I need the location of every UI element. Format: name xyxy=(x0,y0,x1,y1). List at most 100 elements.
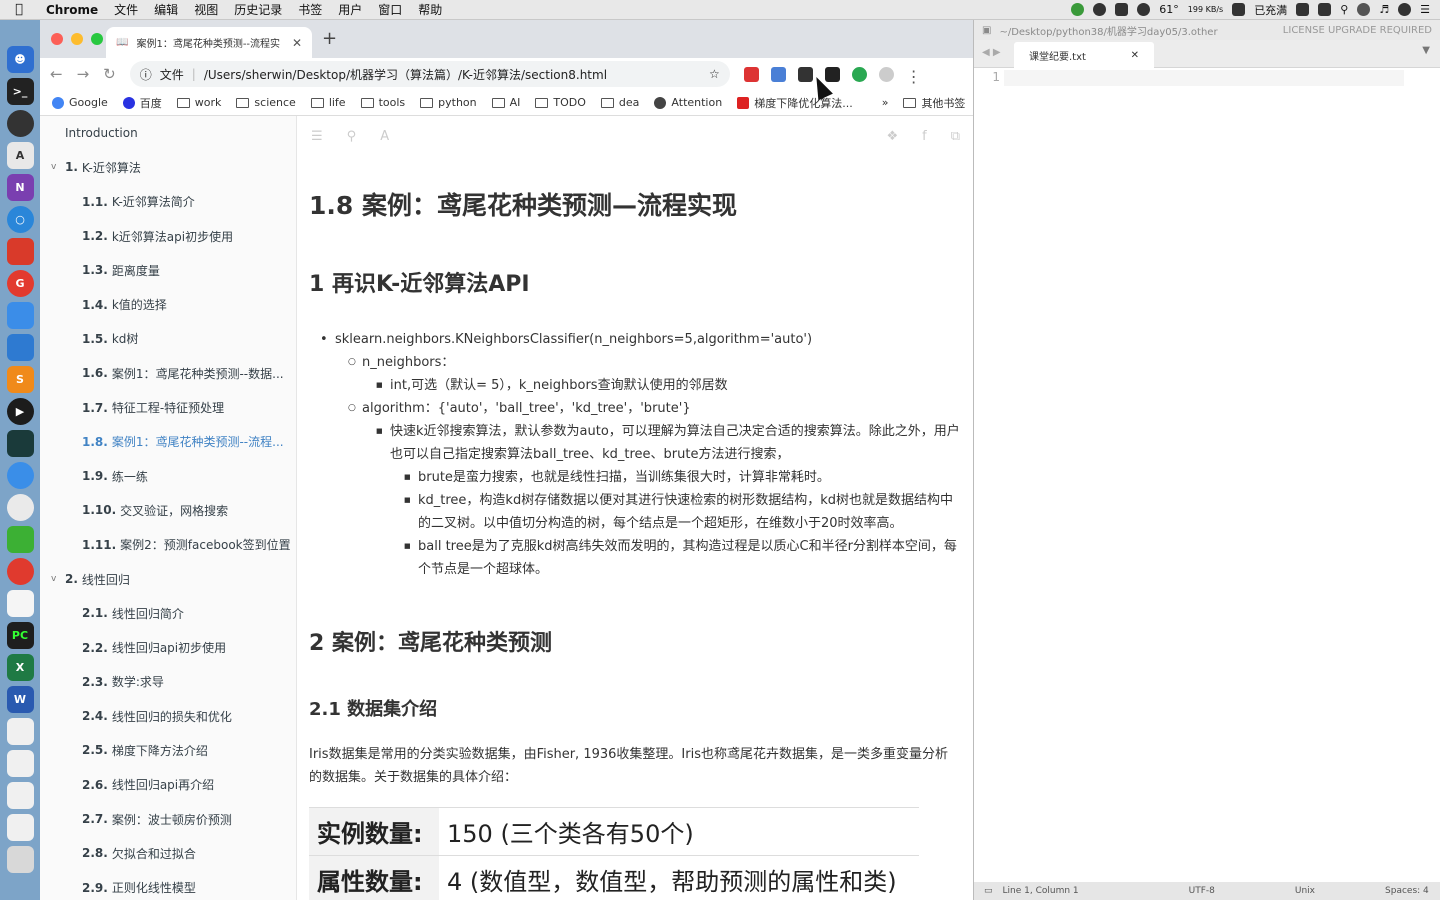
more-menu-icon[interactable]: ⋮ xyxy=(906,67,922,86)
minimize-window-button[interactable] xyxy=(71,33,83,45)
weibo-icon[interactable] xyxy=(6,558,34,585)
bookmark-google[interactable]: Google xyxy=(52,96,108,109)
wechat-dock-icon[interactable] xyxy=(6,526,34,553)
tab-dropdown-icon[interactable]: ▼ xyxy=(1422,45,1430,56)
pycharm-icon[interactable]: PC xyxy=(6,622,34,649)
grid-icon[interactable] xyxy=(1318,3,1332,16)
zoom-window-button[interactable] xyxy=(91,33,103,45)
obs-icon[interactable] xyxy=(1093,3,1107,16)
word-icon[interactable]: W xyxy=(6,686,34,713)
translate-ext-icon[interactable] xyxy=(743,66,759,82)
car-icon[interactable] xyxy=(6,238,34,265)
sidebar-item[interactable]: 1.6. 案例1：鸢尾花种类预测--数据... xyxy=(40,356,296,390)
sublime-editor[interactable]: 1 xyxy=(974,68,1440,882)
chrome-icon[interactable] xyxy=(6,494,34,521)
indentation[interactable]: Spaces: 4 xyxy=(1385,886,1429,896)
window-icon[interactable] xyxy=(6,782,34,809)
sidebar-item[interactable]: 1.10. 交叉验证，网格搜索 xyxy=(40,493,296,527)
apple-icon[interactable]:  xyxy=(0,2,38,17)
menu-window[interactable]: 窗口 xyxy=(370,1,410,18)
reload-icon[interactable]: ↻ xyxy=(103,65,116,83)
wechat-icon[interactable] xyxy=(1296,3,1310,16)
menu-history[interactable]: 历史记录 xyxy=(226,1,290,18)
screens-icon[interactable] xyxy=(6,334,34,361)
list-icon[interactable]: ☰ xyxy=(1420,3,1430,16)
sidebar-item[interactable]: 1.3. 距离度量 xyxy=(40,253,296,287)
encoding[interactable]: UTF-8 xyxy=(1189,886,1215,896)
sublime-tab[interactable]: 课堂纪要.txt ✕ xyxy=(1014,42,1154,68)
sidebar-item[interactable]: 1.9. 练一练 xyxy=(40,459,296,493)
sidebar-item[interactable]: 2.6. 线性回归api再介绍 xyxy=(40,768,296,802)
info-icon[interactable]: ⓘ xyxy=(140,66,152,83)
close-tab-icon[interactable]: ✕ xyxy=(1131,50,1139,61)
bookmark-science[interactable]: science xyxy=(236,96,296,109)
sidebar-item[interactable]: 2.8. 欠拟合和过拟合 xyxy=(40,836,296,870)
bookmark-python[interactable]: python xyxy=(420,96,477,109)
update-icon[interactable] xyxy=(1071,3,1085,16)
timer-icon[interactable] xyxy=(1137,3,1151,16)
screenshot-icon[interactable] xyxy=(6,750,34,777)
search-icon[interactable]: ⚲ xyxy=(1340,3,1348,16)
siri-icon[interactable] xyxy=(1357,3,1371,16)
omnibox[interactable]: ⓘ 文件 | /Users/sherwin/Desktop/机器学习（算法篇）/… xyxy=(129,61,730,87)
toggle-sidebar-icon[interactable]: ☰ xyxy=(311,129,323,144)
sidebar-item[interactable]: 1.4. k值的选择 xyxy=(40,287,296,321)
sidebar-item[interactable]: 2.2. 线性回归api初步使用 xyxy=(40,630,296,664)
search-icon[interactable]: ⚲ xyxy=(347,129,357,144)
new-tab-button[interactable]: + xyxy=(322,28,337,49)
line-endings[interactable]: Unix xyxy=(1295,886,1315,896)
bookmark-baidu[interactable]: 百度 xyxy=(122,95,162,111)
preview-icon[interactable] xyxy=(6,718,34,745)
onenote-icon[interactable]: N xyxy=(6,174,34,201)
facebook-icon[interactable]: f xyxy=(922,129,927,144)
g-app-icon[interactable]: G xyxy=(6,270,34,297)
chevron-down-icon[interactable]: v xyxy=(51,574,65,584)
sidebar-item[interactable]: 1.11. 案例2：预测facebook签到位置 xyxy=(40,528,296,562)
sidebar-item[interactable]: 1.5. kd树 xyxy=(40,322,296,356)
menu-bookmarks[interactable]: 书签 xyxy=(290,1,330,18)
bookmark-todo[interactable]: TODO xyxy=(535,96,586,109)
bookmarks-more[interactable]: » xyxy=(882,96,889,109)
bookmark-gradient[interactable]: 梯度下降优化算法... xyxy=(737,95,853,111)
menu-help[interactable]: 帮助 xyxy=(410,1,450,18)
sidebar-item[interactable]: 1.7. 特征工程-特征预处理 xyxy=(40,390,296,424)
sidebar-item[interactable]: 2.3. 数学:求导 xyxy=(40,665,296,699)
app-menu[interactable]: Chrome xyxy=(38,3,106,17)
feather-icon[interactable] xyxy=(6,302,34,329)
twitter-icon[interactable]: ❖ xyxy=(886,129,898,144)
grammarly-ext-icon[interactable] xyxy=(851,66,867,82)
bookmark-work[interactable]: work xyxy=(176,96,221,109)
cloud-icon[interactable] xyxy=(1115,3,1129,16)
sidebar-item[interactable]: 2.7. 案例：波士顿房价预测 xyxy=(40,802,296,836)
bookmark-attention[interactable]: Attention xyxy=(654,96,722,109)
chevron-down-icon[interactable]: v xyxy=(51,162,65,172)
excel-icon[interactable]: X xyxy=(6,654,34,681)
close-window-button[interactable] xyxy=(51,33,63,45)
sidebar-item[interactable]: Introduction xyxy=(40,116,296,150)
sidebar-item[interactable]: 1.2. k近邻算法api初步使用 xyxy=(40,219,296,253)
obs-dock-icon[interactable] xyxy=(6,110,34,137)
tab-nav-arrows-icon[interactable]: ◀ ▶ xyxy=(982,47,1001,58)
bookmark-ai[interactable]: AI xyxy=(491,96,520,109)
weather-temp[interactable]: 61° xyxy=(1159,3,1179,16)
safari-icon[interactable] xyxy=(6,462,34,489)
back-icon[interactable]: ← xyxy=(50,65,63,83)
terminal-icon[interactable]: >_ xyxy=(6,78,34,105)
forward-icon[interactable]: → xyxy=(77,65,90,83)
sidebar-item[interactable]: v 2. 线性回归 xyxy=(40,562,296,596)
menu-view[interactable]: 视图 xyxy=(186,1,226,18)
sidebar-item[interactable]: 2.1. 线性回归简介 xyxy=(40,596,296,630)
sublime-icon[interactable]: S xyxy=(6,366,34,393)
menu-edit[interactable]: 编辑 xyxy=(146,1,186,18)
quicktime-icon[interactable]: ▶ xyxy=(6,398,34,425)
bookmark-tools[interactable]: tools xyxy=(360,96,405,109)
profile-icon[interactable] xyxy=(878,66,894,82)
url-text[interactable]: /Users/sherwin/Desktop/机器学习（算法篇）/K-近邻算法/… xyxy=(204,66,701,83)
display-icon[interactable] xyxy=(1232,3,1246,16)
document-icon[interactable] xyxy=(6,814,34,841)
star-icon[interactable]: ☆ xyxy=(709,67,720,81)
sidebar-item[interactable]: 1.1. K-近邻算法简介 xyxy=(40,185,296,219)
incognito-ext-icon[interactable] xyxy=(824,66,840,82)
menu-people[interactable]: 用户 xyxy=(330,1,370,18)
menu-file[interactable]: 文件 xyxy=(106,1,146,18)
